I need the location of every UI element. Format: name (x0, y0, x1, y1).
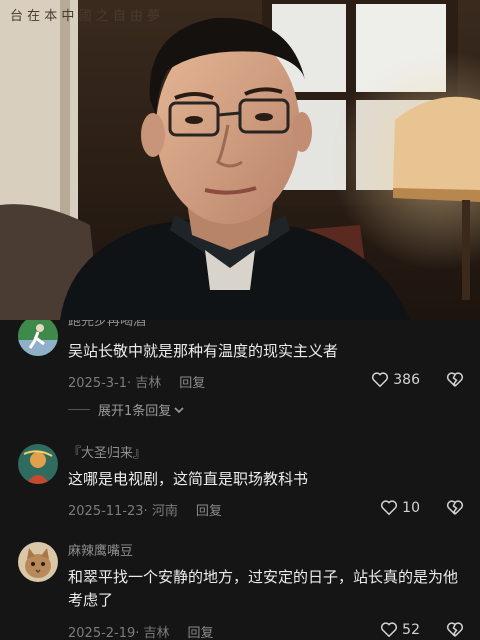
comment-date-location: 2025-2-19· 吉林 (68, 626, 170, 640)
like-count: 386 (393, 371, 420, 388)
heart-icon (372, 372, 389, 388)
wall-scroll-calligraphy: 台 在 本 中 國 之 自 由 夢 (10, 9, 160, 24)
chevron-down-icon (174, 406, 184, 413)
like-button[interactable]: 52 (380, 621, 420, 638)
like-button[interactable]: 386 (371, 371, 420, 388)
comment-text: 吴站长敬中就是那种有温度的现实主义者 (68, 342, 339, 360)
video-still: 台 在 本 中 國 之 自 由 夢 (0, 0, 480, 320)
video-frame[interactable]: 台 在 本 中 國 之 自 由 夢 (0, 0, 480, 320)
comment-meta: 2025-11-23· 河南 回复 (68, 500, 222, 519)
figure-avatar-icon[interactable] (18, 444, 58, 484)
comment-username[interactable]: 『大圣归来』 (68, 442, 146, 461)
heart-icon (381, 500, 398, 516)
comment-text: 和翠平找一个安静的地方，过安定的日子，站长真的是为他考虑了 (68, 568, 459, 609)
like-button[interactable]: 10 (380, 499, 420, 516)
expand-replies-button[interactable]: 展开1条回复 (68, 400, 185, 419)
like-count: 10 (402, 499, 420, 516)
expand-divider (68, 409, 90, 410)
svg-text:台 在 本 中 國 之 自 由 夢: 台 在 本 中 國 之 自 由 夢 (10, 9, 160, 24)
reply-button[interactable]: 回复 (196, 504, 222, 519)
heart-icon (381, 622, 398, 638)
comment-meta: 2025-3-1· 吉林 回复 (68, 372, 205, 391)
reply-button[interactable]: 回复 (188, 626, 214, 640)
comment-item: 麻辣鹰嘴豆 和翠平找一个安静的地方，过安定的日子，站长真的是为他考虑了 2025… (0, 540, 480, 640)
comment-meta: 2025-2-19· 吉林 回复 (68, 622, 214, 640)
comment-username[interactable]: 麻辣鹰嘴豆 (68, 540, 133, 559)
like-count: 52 (402, 621, 420, 638)
dislike-button[interactable] (446, 371, 464, 392)
comment-item: 『大圣归来』 这哪是电视剧，这简直是职场教科书 2025-11-23· 河南 回复… (0, 442, 480, 522)
dislike-button[interactable] (446, 621, 464, 640)
comment-username[interactable]: 跑完步再喝酒 (68, 320, 146, 329)
broken-heart-icon (446, 372, 464, 387)
comment-list: 跑完步再喝酒 吴站长敬中就是那种有温度的现实主义者 2025-3-1· 吉林 回复… (0, 320, 480, 640)
comment-item: 跑完步再喝酒 吴站长敬中就是那种有温度的现实主义者 2025-3-1· 吉林 回复… (0, 320, 480, 430)
comment-date-location: 2025-11-23· 河南 (68, 504, 178, 519)
expand-replies-label: 展开1条回复 (98, 404, 172, 419)
runner-avatar-icon[interactable] (18, 320, 58, 356)
broken-heart-icon (446, 622, 464, 637)
dislike-button[interactable] (446, 499, 464, 520)
cat-avatar-icon[interactable] (18, 542, 58, 582)
comment-text: 这哪是电视剧，这简直是职场教科书 (68, 470, 309, 488)
broken-heart-icon (446, 500, 464, 515)
reply-button[interactable]: 回复 (179, 376, 205, 391)
comment-date-location: 2025-3-1· 吉林 (68, 376, 162, 391)
